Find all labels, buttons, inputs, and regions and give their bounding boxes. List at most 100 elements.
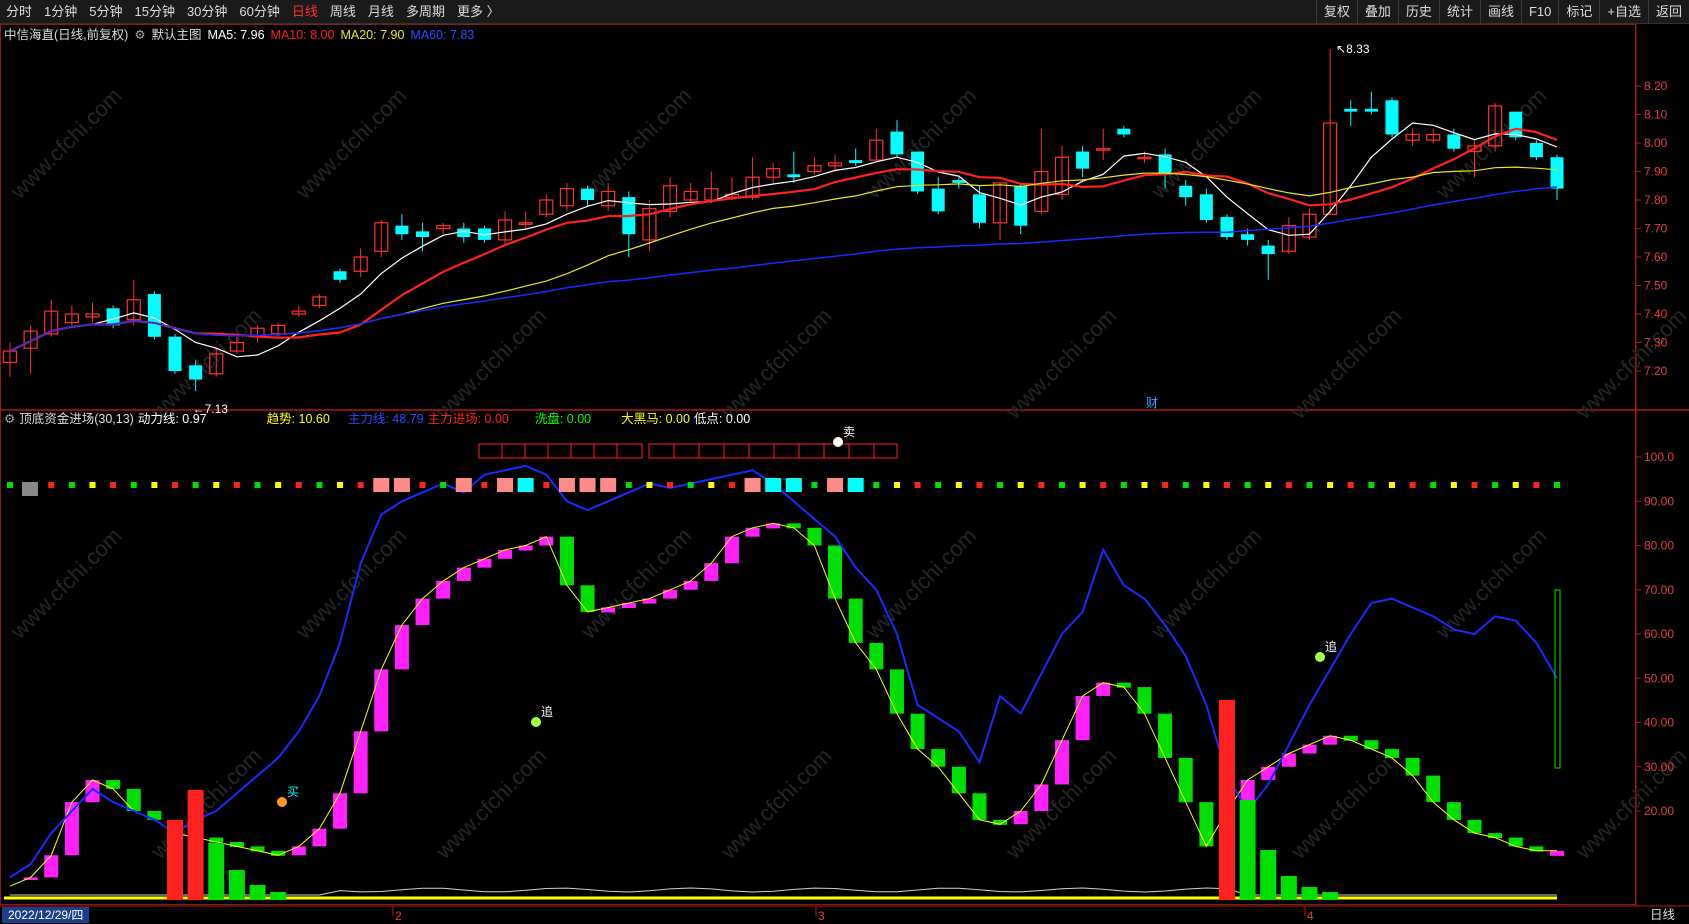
signal-dot bbox=[1327, 482, 1334, 488]
signal-dot bbox=[543, 482, 550, 488]
trend-bar bbox=[1302, 744, 1317, 754]
watermark-text: www.cfchi.com bbox=[5, 523, 126, 644]
price-tick-label: 8.00 bbox=[1644, 136, 1668, 150]
period-tab-4[interactable]: 30分钟 bbox=[181, 0, 233, 24]
month-label: 3 bbox=[818, 909, 825, 923]
trend-bar bbox=[889, 669, 904, 714]
tool-button-3[interactable]: 统计 bbox=[1438, 0, 1480, 24]
trend-bar bbox=[559, 536, 574, 586]
indicator-tick-label: 60.00 bbox=[1644, 627, 1674, 641]
didian-value: 低点: 0.00 bbox=[693, 412, 751, 426]
signal-dot bbox=[667, 482, 674, 488]
trend-bar bbox=[848, 598, 863, 643]
tool-button-8[interactable]: 返回 bbox=[1647, 0, 1689, 24]
period-tab-7[interactable]: 周线 bbox=[324, 0, 362, 24]
trend-bar bbox=[1467, 819, 1482, 834]
candle-body bbox=[972, 194, 986, 223]
tool-button-2[interactable]: 历史 bbox=[1397, 0, 1439, 24]
signal-dot bbox=[1244, 482, 1251, 488]
signal-dot bbox=[873, 482, 880, 488]
month-label: 4 bbox=[1307, 909, 1314, 923]
trend-bar bbox=[477, 558, 492, 568]
signal-dot bbox=[708, 482, 715, 488]
price-tick-label: 7.90 bbox=[1644, 165, 1668, 179]
indicator-tick-label: 90.00 bbox=[1644, 494, 1674, 508]
signal-dot bbox=[687, 482, 694, 488]
period-tab-0[interactable]: 分时 bbox=[0, 0, 38, 24]
tool-buttons: 复权 叠加 历史 统计 画线 F10 标记 +自选 返回 bbox=[1315, 0, 1689, 24]
xipan-block bbox=[393, 478, 410, 492]
trend-bar bbox=[663, 589, 678, 599]
capital-bar bbox=[167, 820, 184, 900]
capital-bar bbox=[1239, 800, 1256, 900]
signal-dot bbox=[1265, 482, 1272, 488]
month-label: 2 bbox=[395, 909, 402, 923]
signal-icon bbox=[277, 797, 287, 807]
trend-bar bbox=[1034, 784, 1049, 811]
watermark-text: www.cfchi.com bbox=[715, 303, 836, 424]
tool-button-5[interactable]: F10 bbox=[1520, 0, 1558, 24]
tool-button-7[interactable]: +自选 bbox=[1599, 0, 1648, 24]
period-tab-10[interactable]: 更多 〉 bbox=[451, 0, 506, 24]
trend-bar bbox=[1178, 757, 1193, 803]
watermark-text: www.cfchi.com bbox=[1145, 83, 1266, 204]
legend-block bbox=[22, 482, 38, 496]
capital-bar bbox=[1260, 850, 1277, 900]
signal-dot bbox=[1017, 482, 1024, 488]
trend-bar bbox=[498, 549, 513, 559]
dahei-value: 大黑马: 0.00 bbox=[621, 412, 690, 426]
period-tab-1[interactable]: 1分钟 bbox=[38, 0, 83, 24]
tool-button-4[interactable]: 画线 bbox=[1479, 0, 1521, 24]
signal-dot bbox=[172, 482, 179, 488]
signal-dot bbox=[7, 482, 13, 488]
tool-button-0[interactable]: 复权 bbox=[1315, 0, 1357, 24]
signal-dot bbox=[1162, 482, 1169, 488]
signal-dot bbox=[625, 482, 632, 488]
stock-title[interactable]: 中信海直(日线,前复权) bbox=[4, 26, 128, 44]
capital-bar bbox=[270, 892, 287, 900]
signal-dot bbox=[110, 482, 117, 488]
tool-button-1[interactable]: 叠加 bbox=[1356, 0, 1398, 24]
period-tab-5[interactable]: 60分钟 bbox=[233, 0, 285, 24]
tool-button-6[interactable]: 标记 bbox=[1558, 0, 1599, 24]
signal-dot bbox=[1223, 482, 1230, 488]
trend-bar bbox=[394, 625, 409, 670]
trend-bar bbox=[436, 580, 451, 599]
signal-dot bbox=[254, 482, 261, 488]
signal-dot bbox=[1120, 482, 1127, 488]
trend-bar bbox=[374, 669, 389, 732]
price-tick-label: 7.70 bbox=[1644, 222, 1668, 236]
trend-bar bbox=[1550, 850, 1564, 856]
candle-body bbox=[147, 294, 161, 337]
trend-bar bbox=[704, 563, 719, 581]
capital-bar bbox=[187, 790, 204, 900]
period-tab-6[interactable]: 日线 bbox=[286, 0, 324, 24]
signal-dot bbox=[1203, 482, 1210, 488]
trend-bar bbox=[291, 846, 306, 856]
period-tab-3[interactable]: 15分钟 bbox=[128, 0, 180, 24]
signal-dot bbox=[1450, 482, 1457, 488]
price-tick-label: 7.50 bbox=[1644, 279, 1668, 293]
trend-bar bbox=[972, 793, 987, 820]
indicator-tick-label: 50.00 bbox=[1644, 671, 1674, 685]
trend-bar bbox=[1158, 713, 1173, 758]
template-name[interactable]: 默认主图 bbox=[152, 26, 202, 44]
period-tab-8[interactable]: 月线 bbox=[362, 0, 400, 24]
indicator-legend: ⚙ 顶底资金进场(30,13) 动力线: 0.97 趋势: 10.60 主力线:… bbox=[4, 410, 754, 428]
trend-bar bbox=[353, 731, 368, 794]
price-tick-label: 7.30 bbox=[1644, 336, 1668, 350]
period-tab-9[interactable]: 多周期 bbox=[400, 0, 451, 24]
period-tab-2[interactable]: 5分钟 bbox=[83, 0, 128, 24]
settings-icon[interactable]: ⚙ bbox=[134, 26, 145, 44]
price-tick-label: 7.20 bbox=[1644, 364, 1668, 378]
watermark-text: www.cfchi.com bbox=[715, 743, 836, 864]
indicator-name[interactable]: 顶底资金进场(30,13) bbox=[19, 410, 134, 428]
candle-body bbox=[1220, 217, 1234, 238]
settings-icon[interactable]: ⚙ bbox=[4, 410, 15, 428]
price-tick-label: 7.60 bbox=[1644, 250, 1668, 264]
qushi-value: 趋势: 10.60 bbox=[266, 412, 330, 426]
signal-dot bbox=[275, 482, 282, 488]
indicator-tick-label: 30.00 bbox=[1644, 760, 1674, 774]
signal-dot bbox=[997, 482, 1004, 488]
watermark-text: www.cfchi.com bbox=[5, 83, 126, 204]
